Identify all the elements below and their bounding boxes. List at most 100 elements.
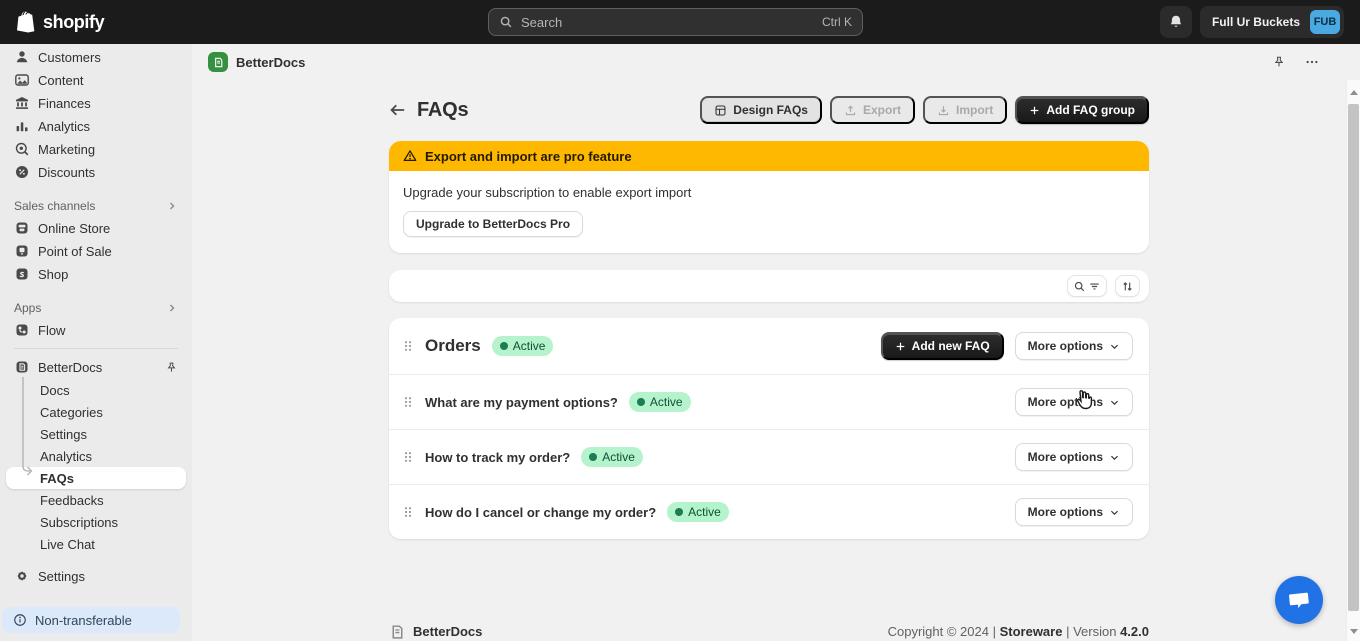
pin-icon[interactable] xyxy=(165,361,178,374)
pro-feature-banner: Export and import are pro feature Upgrad… xyxy=(389,141,1149,253)
scrollbar-thumb[interactable] xyxy=(1348,104,1359,611)
sidebar-item-point-of-sale[interactable]: Point of Sale xyxy=(6,240,186,262)
chevron-down-icon xyxy=(1109,341,1120,352)
sidebar-item-shop[interactable]: Shop xyxy=(6,263,186,285)
sort-button[interactable] xyxy=(1115,275,1140,297)
sidebar-item-flow[interactable]: Flow xyxy=(6,319,186,341)
sidebar-subitem-settings[interactable]: Settings xyxy=(6,423,186,445)
faq-more-options-button[interactable]: More options xyxy=(1015,388,1133,416)
plus-icon xyxy=(1029,105,1040,116)
sidebar-item-content[interactable]: Content xyxy=(6,69,186,91)
sidebar: Customers Content Finances Analytics Mar… xyxy=(0,44,192,641)
pin-icon[interactable] xyxy=(1272,55,1286,69)
search-icon xyxy=(499,15,513,29)
drag-handle-icon[interactable] xyxy=(402,394,414,410)
sidebar-item-discounts[interactable]: Discounts xyxy=(6,161,186,183)
version-label: | Version xyxy=(1066,624,1116,639)
sidebar-subitem-analytics[interactable]: Analytics xyxy=(6,445,186,467)
add-faq-group-button[interactable]: Add FAQ group xyxy=(1015,96,1149,124)
status-dot xyxy=(589,453,597,461)
apps-header[interactable]: Apps xyxy=(6,298,186,318)
faq-question: How to track my order? xyxy=(425,450,570,465)
faq-more-options-button[interactable]: More options xyxy=(1015,443,1133,471)
sidebar-subitem-docs[interactable]: Docs xyxy=(6,379,186,401)
non-transferable-banner[interactable]: Non-transferable xyxy=(2,607,180,633)
page-title: FAQs xyxy=(417,99,468,122)
discounts-icon xyxy=(14,164,30,180)
section-label: Apps xyxy=(14,301,41,315)
status-label: Active xyxy=(602,450,635,464)
faq-more-options-button[interactable]: More options xyxy=(1015,498,1133,526)
flow-app-icon xyxy=(14,322,30,338)
sidebar-item-online-store[interactable]: Online Store xyxy=(6,217,186,239)
button-label: More options xyxy=(1028,395,1103,409)
group-more-options-button[interactable]: More options xyxy=(1015,332,1133,360)
sidebar-item-label: Shop xyxy=(38,267,68,282)
more-actions-icon[interactable] xyxy=(1304,55,1320,69)
sidebar-item-settings[interactable]: Settings xyxy=(6,565,186,587)
chat-bubble-icon xyxy=(1287,588,1311,612)
sales-channels-header[interactable]: Sales channels xyxy=(6,196,186,216)
sidebar-subitem-categories[interactable]: Categories xyxy=(6,401,186,423)
sidebar-item-customers[interactable]: Customers xyxy=(6,46,186,68)
global-search-input[interactable]: Search Ctrl K xyxy=(488,8,863,36)
sidebar-subitem-live-chat[interactable]: Live Chat xyxy=(6,533,186,555)
vertical-scrollbar[interactable] xyxy=(1346,80,1360,641)
sidebar-item-betterdocs[interactable]: BetterDocs xyxy=(6,356,186,378)
status-dot xyxy=(675,508,683,516)
subitem-label: Analytics xyxy=(40,449,92,464)
page-header: FAQs Design FAQs Export Import xyxy=(389,96,1149,124)
sidebar-item-analytics[interactable]: Analytics xyxy=(6,115,186,137)
account-menu[interactable]: Full Ur Buckets FUB xyxy=(1200,6,1344,38)
sidebar-subitem-subscriptions[interactable]: Subscriptions xyxy=(6,511,186,533)
sidebar-item-label: Settings xyxy=(38,569,85,584)
sidebar-item-finances[interactable]: Finances xyxy=(6,92,186,114)
topbar: shopify Search Ctrl K Full Ur Buckets FU… xyxy=(0,0,1360,44)
button-label: Add new FAQ xyxy=(912,339,990,353)
back-arrow-icon[interactable] xyxy=(389,101,407,119)
shopify-logo[interactable]: shopify xyxy=(16,10,104,34)
status-badge: Active xyxy=(492,336,554,356)
sidebar-subitem-feedbacks[interactable]: Feedbacks xyxy=(6,489,186,511)
sidebar-item-label: Flow xyxy=(38,323,65,338)
notifications-button[interactable] xyxy=(1160,6,1192,38)
finances-icon xyxy=(14,95,30,111)
store-initials-badge: FUB xyxy=(1310,10,1340,34)
search-and-filter-button[interactable] xyxy=(1067,275,1107,297)
faq-filter-bar xyxy=(389,270,1149,302)
betterdocs-app-icon xyxy=(208,52,228,72)
design-faqs-button[interactable]: Design FAQs xyxy=(700,96,822,124)
sidebar-item-label: Customers xyxy=(38,50,101,65)
export-button[interactable]: Export xyxy=(830,96,915,124)
button-label: More options xyxy=(1028,505,1103,519)
faq-row: How to track my order? Active More optio… xyxy=(389,429,1149,484)
drag-handle-icon[interactable] xyxy=(402,504,414,520)
live-chat-fab[interactable] xyxy=(1275,576,1323,624)
upgrade-pro-button[interactable]: Upgrade to BetterDocs Pro xyxy=(403,211,583,237)
drag-handle-icon[interactable] xyxy=(402,449,414,465)
faq-row: What are my payment options? Active More… xyxy=(389,374,1149,429)
drag-handle-icon[interactable] xyxy=(402,338,414,354)
status-badge: Active xyxy=(581,447,643,467)
search-placeholder: Search xyxy=(521,15,562,30)
sidebar-item-marketing[interactable]: Marketing xyxy=(6,138,186,160)
sidebar-item-label: Content xyxy=(38,73,84,88)
banner-title: Export and import are pro feature xyxy=(425,149,632,164)
breadcrumb: BetterDocs xyxy=(192,44,1346,80)
add-new-faq-button[interactable]: Add new FAQ xyxy=(881,332,1004,360)
chevron-down-icon xyxy=(1109,397,1120,408)
sidebar-item-label: Discounts xyxy=(38,165,95,180)
scroll-up-arrow[interactable] xyxy=(1347,84,1360,100)
info-icon xyxy=(13,613,27,627)
design-icon xyxy=(714,104,727,117)
sidebar-item-label: Finances xyxy=(38,96,91,111)
main-content: BetterDocs FAQs Design FAQs xyxy=(192,44,1360,641)
scroll-down-arrow[interactable] xyxy=(1347,623,1360,639)
breadcrumb-app-name: BetterDocs xyxy=(236,55,305,70)
sidebar-subitem-faqs-active[interactable]: FAQs xyxy=(6,467,186,489)
version-number: 4.2.0 xyxy=(1120,624,1149,639)
chevron-right-icon xyxy=(166,302,178,314)
import-button[interactable]: Import xyxy=(923,96,1007,124)
gear-icon xyxy=(14,568,30,584)
import-icon xyxy=(937,104,950,117)
